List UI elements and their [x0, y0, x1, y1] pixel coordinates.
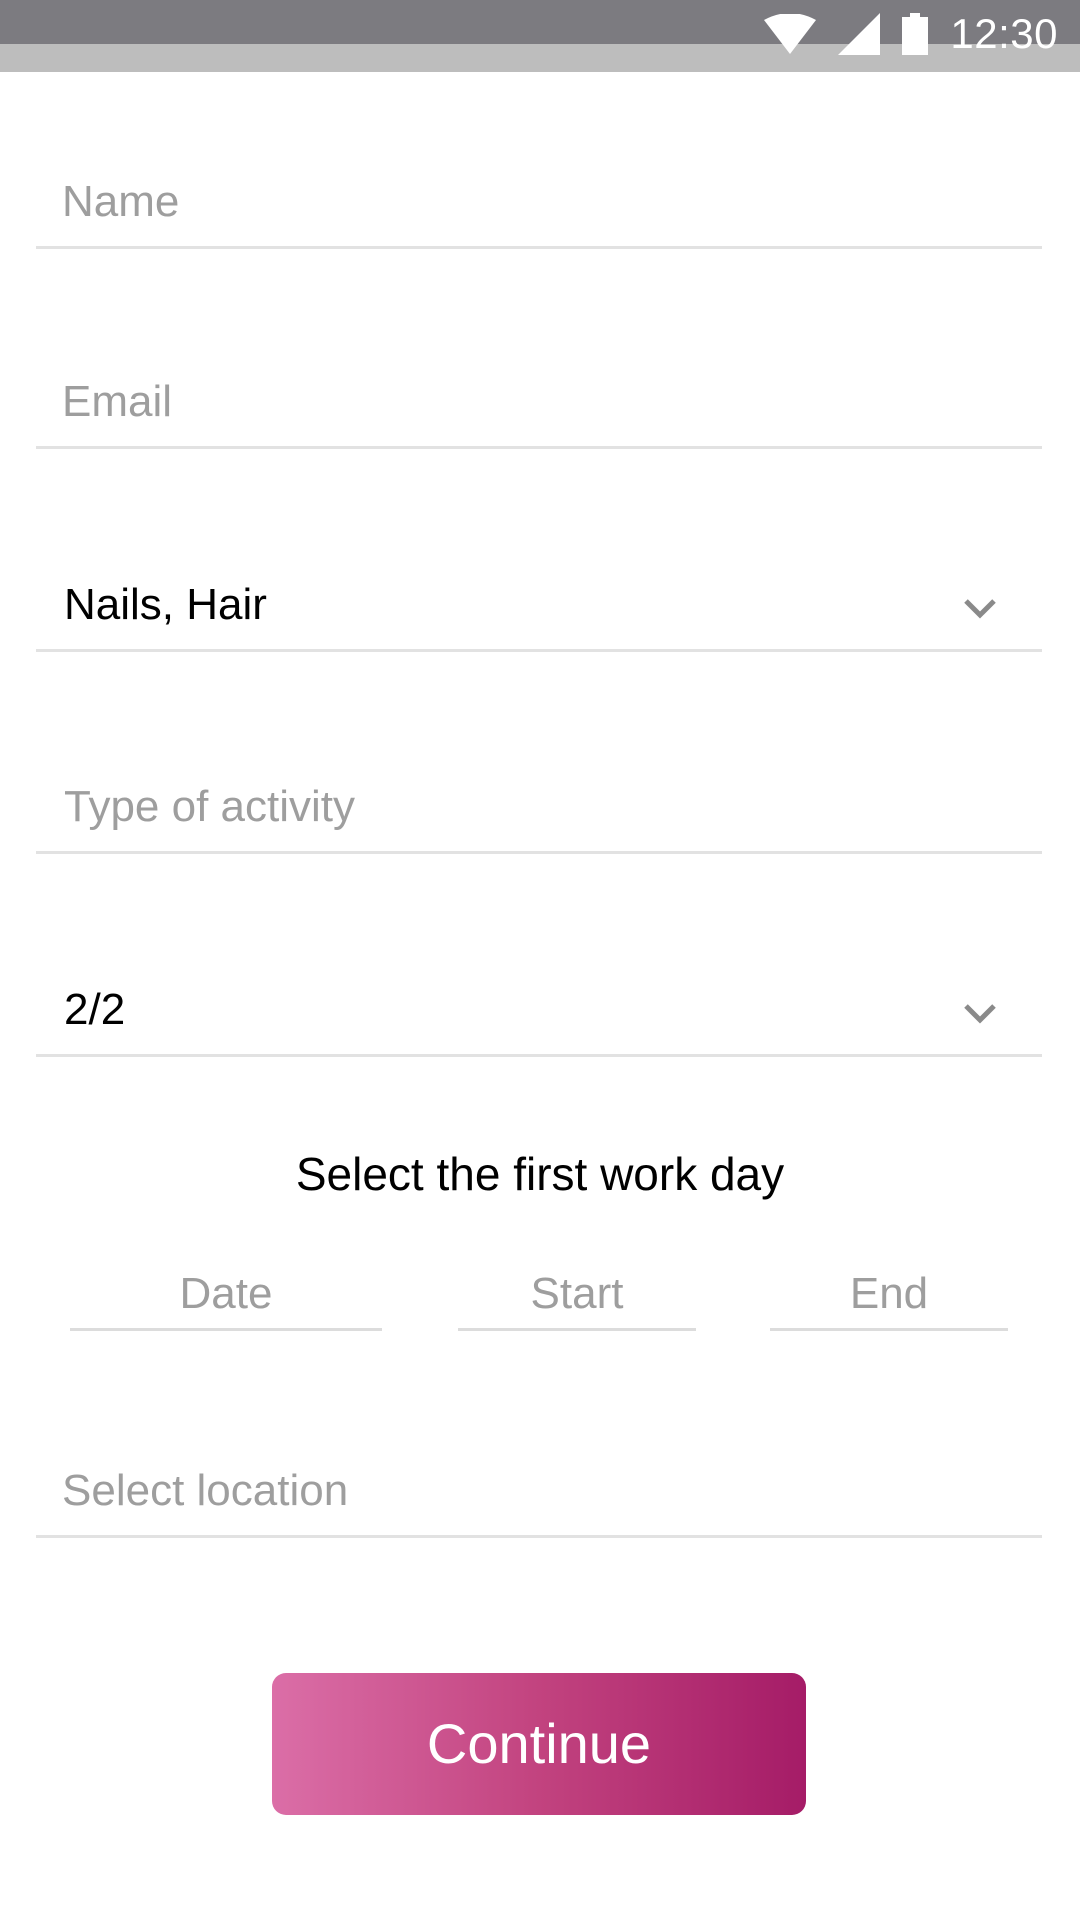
- activity-type-placeholder: Type of activity: [64, 782, 356, 831]
- name-field[interactable]: Name: [36, 164, 1042, 249]
- location-field[interactable]: Select location: [36, 1453, 1042, 1538]
- start-placeholder: Start: [530, 1269, 624, 1318]
- start-time-field[interactable]: Start: [458, 1266, 696, 1331]
- end-placeholder: End: [849, 1269, 929, 1318]
- status-icons: 12:30: [764, 8, 1058, 60]
- email-placeholder: Email: [62, 377, 173, 426]
- email-field[interactable]: Email: [36, 364, 1042, 449]
- first-work-day-title: Select the first work day: [295, 1148, 785, 1200]
- date-field[interactable]: Date: [70, 1266, 382, 1331]
- location-placeholder: Select location: [62, 1466, 349, 1515]
- name-placeholder: Name: [62, 177, 180, 226]
- category-select[interactable]: Nails, Hair: [36, 567, 1042, 652]
- schedule-value: 2/2: [64, 985, 126, 1034]
- battery-icon: [902, 13, 929, 55]
- schedule-select[interactable]: 2/2: [36, 972, 1042, 1057]
- cellular-signal-icon: [838, 13, 881, 55]
- activity-type-field[interactable]: Type of activity: [36, 769, 1042, 854]
- status-time: 12:30: [950, 10, 1058, 57]
- wifi-icon: [764, 14, 817, 54]
- category-value: Nails, Hair: [64, 580, 267, 629]
- end-time-field[interactable]: End: [770, 1266, 1008, 1331]
- date-placeholder: Date: [179, 1269, 273, 1318]
- chevron-down-icon: [964, 599, 996, 619]
- chevron-down-icon: [964, 1004, 996, 1024]
- continue-button[interactable]: Continue: [272, 1673, 806, 1815]
